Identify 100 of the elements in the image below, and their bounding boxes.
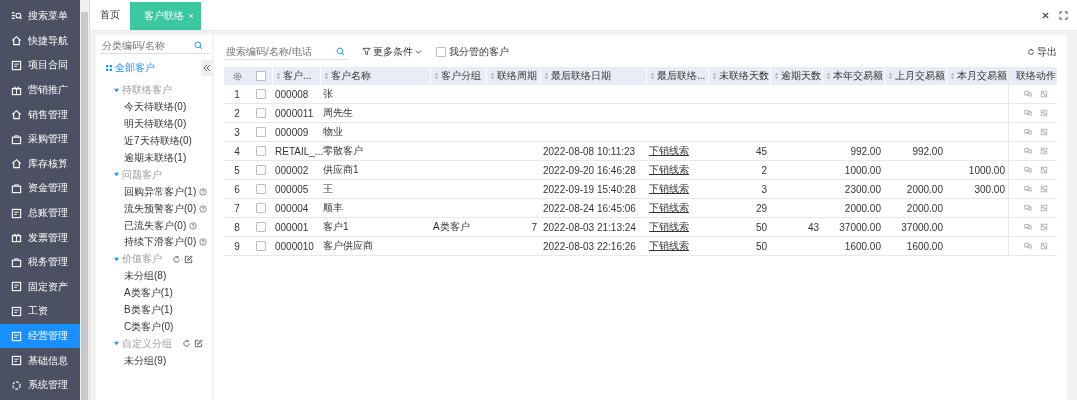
nav-item[interactable]: 采购管理 [0,126,80,152]
row-checkbox[interactable] [256,222,266,232]
tree-item[interactable]: 未分组(9) [124,353,167,368]
edit-icon[interactable] [194,339,203,349]
table-link[interactable]: 下销线索 [649,201,689,215]
nav-item[interactable]: 项目合同 [0,53,80,78]
column-header[interactable]: 客户分组 [430,67,486,85]
double-chevron-icon [202,64,211,72]
tree-item[interactable]: 明天待联络(0) [124,117,187,132]
sort-icon [276,72,281,80]
row-checkbox[interactable] [256,241,266,251]
bag-icon [11,256,22,268]
scrollbar[interactable] [80,0,90,400]
fullscreen-icon[interactable] [1059,10,1068,20]
chat-icon[interactable] [1023,166,1032,174]
chat-icon[interactable] [1023,242,1032,250]
table-cell: 周先生 [323,106,353,120]
export-button[interactable]: 导出 [1027,44,1057,59]
column-header[interactable]: 最后联络日期 [540,67,646,85]
collapse-button[interactable] [201,60,212,76]
row-checkbox[interactable] [256,89,266,99]
nav-item[interactable]: 税务管理 [0,249,80,275]
chat-icon[interactable] [1023,90,1032,98]
tree-item[interactable]: B类客户(1) [124,303,173,317]
search-icon [336,46,345,56]
nav-item[interactable]: 系统管理 [0,372,80,398]
column-header[interactable]: 本月交易额 [946,67,1008,85]
help-icon[interactable] [189,221,198,230]
nav-item[interactable]: 搜索菜单 [0,4,80,29]
row-checkbox[interactable] [256,146,266,156]
tree-item[interactable]: C类客户(0) [124,319,174,334]
refresh-icon[interactable] [172,254,181,264]
sort-icon [490,72,495,80]
document-icon [11,330,22,342]
tree-item[interactable]: 逾期未联络(1) [124,151,187,165]
tree-item[interactable]: 近7天待联络(0) [124,134,192,149]
tree-item[interactable]: A类客户(1) [124,286,173,301]
document-icon [11,305,22,317]
column-header[interactable]: 最后联络... [646,67,708,85]
help-icon[interactable] [199,187,208,196]
checkbox-square[interactable] [436,46,446,57]
chat-icon[interactable] [1023,223,1032,231]
expand-arrow-icon[interactable] [114,341,119,347]
column-header[interactable]: 本年交易额 [822,67,884,85]
column-header[interactable]: 上月交易额 [884,67,946,85]
column-header[interactable]: 未联络天数 [708,67,770,85]
column-header[interactable]: 客户名称 [320,67,430,85]
row-checkbox[interactable] [256,203,266,213]
help-icon[interactable] [199,204,208,213]
select-all-checkbox[interactable] [256,71,266,81]
nav-item[interactable]: 销售管理 [0,102,80,127]
refresh-icon[interactable] [182,339,191,349]
expand-arrow-icon[interactable] [114,256,119,262]
chat-icon[interactable] [1023,109,1032,117]
table-cell: 2022-08-08 10:11:23 [543,145,636,157]
nav-item[interactable]: 固定资产 [0,274,80,300]
search-field[interactable]: 搜索编码/名称/电话 [224,43,348,60]
tree-item[interactable]: 今天待联络(0) [124,100,187,115]
expand-arrow-icon[interactable] [114,87,119,93]
close-icon[interactable] [1041,10,1050,20]
table-link[interactable]: 下销线索 [649,220,689,234]
tree-item[interactable]: 回购异常客户(1) [124,184,197,199]
chat-icon[interactable] [1023,128,1032,136]
nav-item[interactable]: 发票管理 [0,225,80,250]
tab[interactable]: 首页 [90,0,130,30]
search-field[interactable]: 分类编码/名称 [100,37,210,54]
row-checkbox[interactable] [256,127,266,137]
tree-item[interactable]: 流失预警客户(0) [124,201,197,216]
chat-icon[interactable] [1023,204,1032,212]
nav-item[interactable]: 库存核算 [0,151,80,177]
nav-item[interactable]: 总账管理 [0,200,80,226]
tree-item[interactable]: 已流失客户(0) [124,218,187,233]
table-link[interactable]: 下销线索 [649,182,689,196]
column-header[interactable]: 客户... [272,67,320,85]
document-icon [11,281,22,293]
chat-icon[interactable] [1023,185,1032,193]
nav-item[interactable]: 快捷导航 [0,28,80,54]
settings-icon[interactable] [232,71,242,81]
checkbox[interactable]: 我分管的客户 [436,44,509,59]
edit-icon[interactable] [184,254,193,264]
row-checkbox[interactable] [256,184,266,194]
table-link[interactable]: 下销线索 [649,163,689,177]
tree-item[interactable]: 持续下滑客户(0) [124,235,197,250]
chat-icon[interactable] [1023,147,1032,155]
row-checkbox[interactable] [256,165,266,175]
nav-item[interactable]: 工资 [0,299,80,324]
expand-arrow-icon[interactable] [114,172,119,178]
column-header[interactable]: 逾期天数 [770,67,822,85]
column-header[interactable]: 联络周期 [486,67,540,85]
nav-item[interactable]: 营销推广 [0,77,80,103]
nav-item[interactable]: 基础信息 [0,348,80,373]
table-link[interactable]: 下销线索 [649,239,689,253]
row-number: 2 [234,107,240,119]
tree-item[interactable]: 未分组(8) [124,269,167,284]
table-link[interactable]: 下销线索 [649,144,689,158]
row-checkbox[interactable] [256,108,266,118]
filter-button[interactable]: 更多条件 [362,44,422,59]
nav-item[interactable]: 资金管理 [0,176,80,201]
help-icon[interactable] [199,238,208,247]
table-cell: 2000.00 [906,183,943,195]
